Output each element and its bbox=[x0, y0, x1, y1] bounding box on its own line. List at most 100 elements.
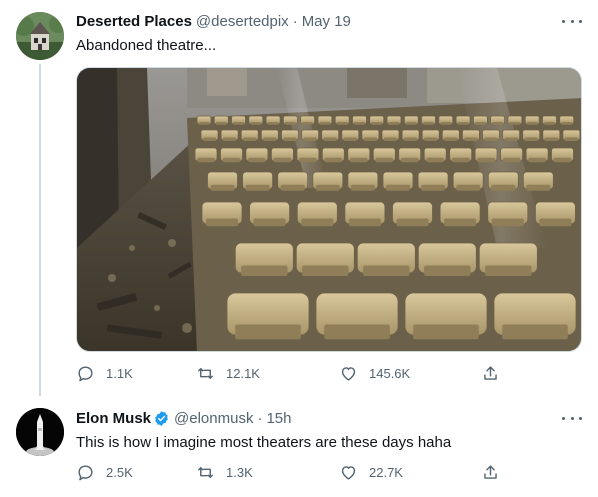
theatre-seat-cushion bbox=[267, 122, 279, 125]
theatre-seat-cushion bbox=[336, 122, 348, 125]
theatre-seat-cushion bbox=[241, 265, 288, 276]
theatre-seat-cushion bbox=[553, 157, 572, 163]
theatre-seat-cushion bbox=[484, 137, 498, 141]
retweet-count: 1.3K bbox=[226, 465, 253, 480]
theatre-seat-cushion bbox=[324, 324, 390, 340]
theatre-seat-cushion bbox=[424, 265, 471, 276]
theatre-seat-cushion bbox=[315, 184, 340, 191]
theatre-seat-cushion bbox=[284, 122, 296, 125]
tweet-header: Elon Musk @elonmusk · 15h bbox=[76, 407, 291, 429]
like-count: 145.6K bbox=[369, 366, 411, 381]
theatre-seat-cushion bbox=[283, 137, 297, 141]
tweet-photo[interactable] bbox=[76, 67, 582, 352]
retweet-button[interactable]: 1.3K bbox=[196, 463, 253, 482]
retweet-icon bbox=[198, 368, 213, 379]
theatre-seat-cushion bbox=[210, 184, 235, 191]
theatre-seat-cushion bbox=[464, 137, 478, 141]
theatre-seat-cushion bbox=[426, 157, 444, 163]
theatre-seat-cushion bbox=[363, 137, 378, 141]
theatre-seat-cushion bbox=[403, 137, 418, 141]
tweet-action-bar: 1.1K 12.1K 145.6K bbox=[76, 364, 501, 386]
theatre-seat-cushion bbox=[215, 122, 227, 125]
theatre-seat-cushion bbox=[539, 218, 572, 227]
author-name[interactable]: Elon Musk bbox=[76, 410, 151, 427]
theatre-seat-cushion bbox=[502, 324, 568, 340]
theatre-seat-cushion bbox=[383, 137, 398, 141]
tweet-deserted-places[interactable]: Deserted Places @desertedpix · May 19 Ab… bbox=[0, 0, 598, 400]
author-name[interactable]: Deserted Places bbox=[76, 13, 192, 30]
avatar-deserted-places[interactable] bbox=[16, 12, 64, 60]
more-icon-dot bbox=[562, 416, 565, 420]
retweet-button[interactable]: 12.1K bbox=[196, 364, 260, 383]
tweet-header: Deserted Places @desertedpix · May 19 bbox=[76, 10, 351, 32]
avatar-elon-musk[interactable] bbox=[16, 408, 64, 456]
theatre-seat-cushion bbox=[405, 122, 417, 125]
theatre-seat-cushion bbox=[526, 122, 538, 125]
retweet-icon bbox=[198, 467, 213, 478]
theatre-seat-cushion bbox=[302, 265, 349, 276]
theatre-seat-cushion bbox=[485, 265, 532, 276]
theatre-seat-cushion bbox=[197, 157, 215, 163]
more-options-button[interactable] bbox=[562, 13, 582, 29]
theatre-seat-cushion bbox=[375, 157, 394, 163]
more-options-button[interactable] bbox=[562, 410, 582, 426]
theatre-seat-cushion bbox=[343, 137, 358, 141]
theatre-seat-cushion bbox=[544, 137, 559, 141]
theatre-seat-cushion bbox=[248, 157, 266, 163]
like-icon bbox=[341, 367, 356, 381]
tweet-text: Abandoned theatre... bbox=[76, 37, 217, 54]
verified-badge-icon bbox=[155, 410, 168, 426]
theatre-seat-cushion bbox=[413, 324, 479, 340]
theatre-seat-cushion bbox=[504, 137, 518, 141]
theatre-seat-cushion bbox=[302, 122, 314, 125]
retweet-count: 12.1K bbox=[226, 366, 260, 381]
theatre-seat-cushion bbox=[474, 122, 486, 125]
theatre-seat-cushion bbox=[250, 122, 262, 125]
more-icon-dot bbox=[579, 19, 582, 23]
share-icon bbox=[484, 366, 497, 380]
theatre-seat-cushion bbox=[456, 184, 481, 191]
theatre-seat-cushion bbox=[421, 184, 446, 191]
theatre-seat-cushion bbox=[202, 137, 217, 141]
reply-button[interactable]: 1.1K bbox=[76, 364, 133, 383]
tweet-date[interactable]: May 19 bbox=[302, 13, 351, 30]
theatre-seat-cushion bbox=[423, 137, 438, 141]
author-handle[interactable]: @desertedpix bbox=[196, 13, 289, 30]
theatre-seat-cushion bbox=[280, 184, 305, 191]
theatre-seat-cushion bbox=[386, 184, 410, 191]
theatre-seat-cushion bbox=[502, 157, 521, 163]
rocket-avatar-icon bbox=[16, 408, 64, 456]
meta-separator: · bbox=[292, 12, 298, 30]
author-handle[interactable]: @elonmusk bbox=[174, 410, 253, 427]
tweet-elon-musk[interactable]: Elon Musk @elonmusk · 15h This is how I … bbox=[0, 400, 598, 497]
like-button[interactable]: 22.7K bbox=[339, 463, 403, 482]
theatre-seat-cushion bbox=[444, 218, 477, 227]
theatre-seat-cushion bbox=[491, 184, 516, 191]
tweet-date[interactable]: 15h bbox=[266, 410, 291, 427]
theatre-seat-cushion bbox=[477, 157, 495, 163]
theatre-seat-cushion bbox=[263, 137, 277, 141]
theatre-seat-cushion bbox=[388, 122, 400, 125]
share-button[interactable] bbox=[481, 364, 500, 383]
share-button[interactable] bbox=[481, 463, 500, 482]
theatre-seat-cushion bbox=[273, 157, 292, 163]
haunted-house-avatar-icon bbox=[16, 12, 64, 60]
thread-connector-line bbox=[39, 64, 41, 396]
reply-count: 2.5K bbox=[106, 465, 133, 480]
theatre-seat-cushion bbox=[324, 157, 343, 163]
theatre-seat-cushion bbox=[524, 137, 538, 141]
reply-button[interactable]: 2.5K bbox=[76, 463, 133, 482]
theatre-seat-cushion bbox=[561, 122, 573, 125]
theatre-seat-cushion bbox=[242, 137, 257, 141]
like-button[interactable]: 145.6K bbox=[339, 364, 410, 383]
tweet-action-bar: 2.5K 1.3K 22.7K bbox=[76, 463, 501, 485]
more-icon-dot bbox=[579, 416, 582, 420]
theatre-seat-cushion bbox=[206, 218, 238, 227]
theatre-seat-cushion bbox=[543, 122, 556, 125]
theatre-seat-cushion bbox=[198, 122, 210, 125]
reply-icon bbox=[78, 465, 93, 481]
theatre-seat-cushion bbox=[222, 157, 241, 163]
theatre-seat-cushion bbox=[350, 184, 375, 191]
theatre-seat-cushion bbox=[400, 157, 419, 163]
theatre-seat-cushion bbox=[371, 122, 383, 125]
